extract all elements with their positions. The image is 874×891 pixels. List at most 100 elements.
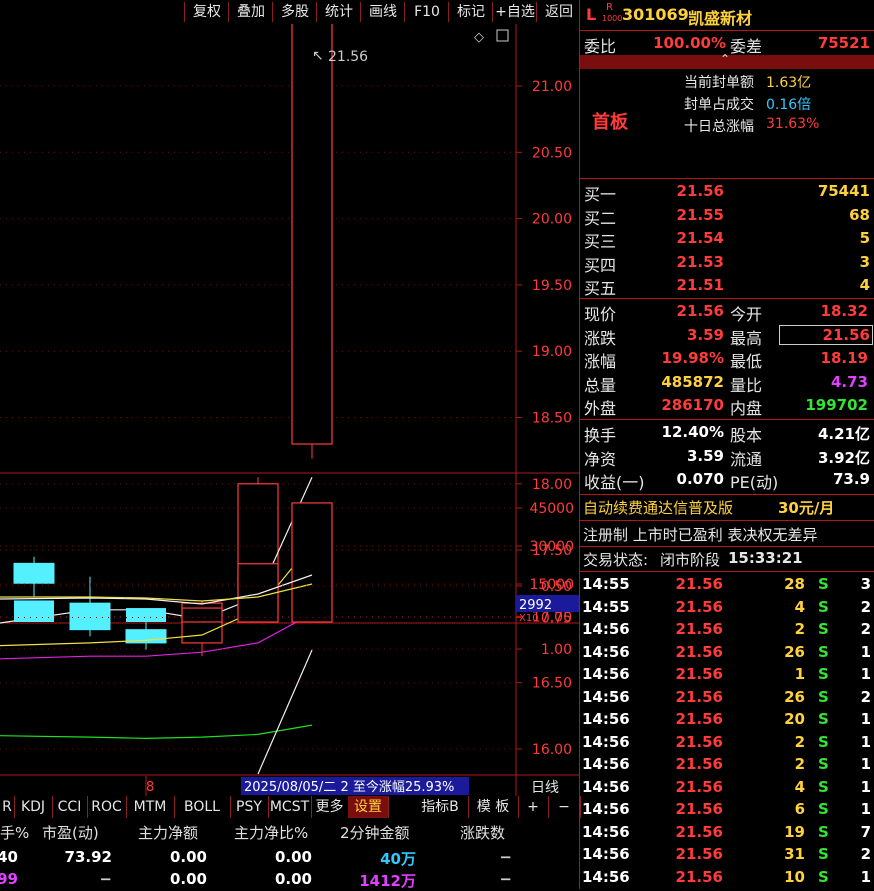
moving-average-line xyxy=(0,724,313,740)
tick-row: 14:56 21.56 6 S 1 xyxy=(582,800,871,818)
tick-row: 14:56 21.56 10 S 1 xyxy=(582,867,871,886)
volume-bar[interactable] xyxy=(70,603,110,622)
toolbar-button-8[interactable]: 返回 xyxy=(536,2,581,22)
seal-info: 当前封单额 1.63亿 封单占成交 0.16倍 十日总涨幅 31.63% xyxy=(580,72,874,136)
badge-top: R xyxy=(606,2,613,13)
stock-header[interactable]: L R 1000 301069 凯盛新材 xyxy=(580,2,874,28)
window-toggle-icon[interactable] xyxy=(496,29,509,42)
toolbar-button-0[interactable]: 复权 xyxy=(184,2,229,22)
chevron-up-icon: ⌃ xyxy=(720,52,731,66)
tick-row: 14:56 21.56 26 S 1 xyxy=(582,642,871,661)
table-cell: 0.00 xyxy=(274,848,312,866)
seal-value: 0.16倍 xyxy=(766,97,812,113)
candle-body[interactable] xyxy=(13,562,55,584)
table-cell: − xyxy=(99,870,112,888)
data-table-body: 40 73.92 0.00 0.00 40万 − 99 − 0.00 0.00 1412万 − xyxy=(0,844,580,890)
indicator-tab-13[interactable]: − xyxy=(548,796,581,818)
indicator-tab-2[interactable]: CCI xyxy=(52,796,88,818)
fundamentals: 换手 12.40% 股本 4.21亿 净资 3.59 流通 3.92亿 收益(一) 0.070 PE… xyxy=(580,421,874,493)
period-button[interactable]: 日线 xyxy=(531,780,559,796)
price-axis-label: 16.00 xyxy=(532,742,572,758)
diamond-icon[interactable]: ◇ xyxy=(474,30,484,45)
indicator-line xyxy=(257,649,313,775)
weibi-value: 100.00% xyxy=(653,34,726,52)
indicator-tab-5[interactable]: BOLL xyxy=(174,796,231,818)
toolbar-button-5[interactable]: F10 xyxy=(404,2,449,22)
indicator-tab-9[interactable]: 设置 xyxy=(348,796,389,818)
table-header-1[interactable]: 市盈(动) xyxy=(42,822,99,843)
indicator-tab-10[interactable]: 指标B xyxy=(412,796,469,818)
date-info: 2025/08/05/二 2 至今涨幅25.93% xyxy=(244,779,454,795)
quote-row: 涨跌 3.59 最高 21.56 xyxy=(584,324,873,348)
tick-row: 14:56 21.56 19 S 7 xyxy=(582,822,871,841)
fund-row: 收益(一) 0.070 PE(动) 73.9 xyxy=(584,470,870,492)
price-axis-label: 19.00 xyxy=(532,344,572,360)
table-cell: 40万 xyxy=(380,850,416,868)
tick-row: 14:56 21.56 2 S 2 xyxy=(582,620,871,638)
top-toolbar: 复权 叠加 多股 统计 画线 F10 标记 +自选 返回 xyxy=(0,0,580,24)
toolbar-button-1[interactable]: 叠加 xyxy=(228,2,273,22)
indicator-tab-1[interactable]: KDJ xyxy=(14,796,53,818)
indicator-tab-6[interactable]: PSY xyxy=(230,796,269,818)
table-header-0[interactable]: 手% xyxy=(0,822,29,843)
volume-bar[interactable] xyxy=(14,600,54,622)
price-axis-label: 20.50 xyxy=(532,145,572,161)
table-header-5[interactable]: 涨跌数 xyxy=(460,822,505,843)
indicator-tabs: R KDJ CCI ROC MTM BOLL PSY MCST 更多 设置 指标B 模 板 + − xyxy=(0,796,581,818)
indicator-axis-label: 0.50 xyxy=(541,579,572,595)
price-axis-label: 19.50 xyxy=(532,278,572,294)
data-table-header: 手% 市盈(动) 主力净额 主力净比% 2分钟金额 涨跌数 xyxy=(0,818,580,844)
table-header-2[interactable]: 主力净额 xyxy=(138,822,198,843)
quote-stats: 现价 21.56 今开 18.32 涨跌 3.59 最高 21.56 涨幅 19.98% 最低 18.… xyxy=(580,300,874,418)
table-cell: 73.92 xyxy=(64,848,112,866)
quote-row: 现价 21.56 今开 18.32 xyxy=(584,302,868,324)
tick-row: 14:56 21.56 26 S 2 xyxy=(582,687,871,706)
indicator-tab-0[interactable]: R xyxy=(0,796,15,818)
seal-label: 十日总涨幅 xyxy=(684,119,754,135)
table-header-3[interactable]: 主力净比% xyxy=(234,822,308,843)
chart-area[interactable]: ◇21.0020.5020.0019.5019.0018.5018.0017.5… xyxy=(0,24,580,796)
last-price-label: 21.56 xyxy=(328,49,368,65)
table-cell: 99 xyxy=(0,870,18,888)
volume-bar[interactable] xyxy=(126,608,166,622)
bid-row[interactable]: 买一 21.56 75441 xyxy=(580,180,874,204)
price-axis-label: 16.50 xyxy=(532,676,572,692)
bid-row[interactable]: 买五 21.51 4 xyxy=(580,274,874,298)
toolbar-button-6[interactable]: 标记 xyxy=(448,2,493,22)
toolbar-button-2[interactable]: 多股 xyxy=(272,2,317,22)
tick-row: 14:56 21.56 1 S 1 xyxy=(582,665,871,683)
last-price-arrow: ↖ xyxy=(312,48,324,64)
table-header-4[interactable]: 2分钟金额 xyxy=(340,822,410,843)
bid-book: 买一 21.56 75441 买二 21.55 68 买三 21.54 5 买四 21.53 3 买五 2… xyxy=(580,180,874,298)
toolbar-button-3[interactable]: 统计 xyxy=(316,2,361,22)
bid-row[interactable]: 买二 21.55 68 xyxy=(580,204,874,228)
indicator-tab-3[interactable]: ROC xyxy=(87,796,127,818)
table-cell: − xyxy=(499,848,512,866)
quote-panel: L R 1000 301069 凯盛新材 委比 100.00% 委差 75521… xyxy=(579,0,874,889)
toolbar-button-4[interactable]: 画线 xyxy=(360,2,405,22)
indicator-axis-label: 0.75 xyxy=(541,611,572,627)
promo-banner[interactable]: 自动续费通达信普及版 30元/月 xyxy=(580,496,874,519)
candle-body[interactable] xyxy=(291,24,333,445)
price-axis-label: 18.00 xyxy=(532,477,572,493)
indicator-tab-12[interactable]: + xyxy=(518,796,549,818)
indicator-tab-7[interactable]: MCST xyxy=(268,796,312,818)
date-marker: 8 xyxy=(146,780,154,795)
table-cell: 0.00 xyxy=(169,870,207,888)
bid-row[interactable]: 买四 21.53 3 xyxy=(580,251,874,275)
fund-row: 净资 3.59 流通 3.92亿 xyxy=(584,446,870,469)
indicator-tab-11[interactable]: 模 板 xyxy=(468,796,519,818)
bid-row[interactable]: 买三 21.54 5 xyxy=(580,227,874,251)
indicator-tab-4[interactable]: MTM xyxy=(126,796,175,818)
volume-axis-label: 45000 xyxy=(529,501,574,517)
volume-bar[interactable] xyxy=(237,563,279,623)
volume-bar[interactable] xyxy=(181,607,223,623)
toolbar-button-7[interactable]: +自选 xyxy=(492,2,537,22)
seal-label: 当前封单额 xyxy=(684,75,754,91)
tick-list: 14:55 21.56 28 S 3 14:55 21.56 4 S 2 14:56 21.56 2 S 2… xyxy=(580,573,874,889)
volume-bar[interactable] xyxy=(291,502,333,623)
indicator-tab-8[interactable]: 更多 xyxy=(311,796,349,818)
collapse-bar[interactable]: ⌃ xyxy=(580,52,874,69)
stock-name: 凯盛新材 xyxy=(688,9,753,28)
seal-value: 31.63% xyxy=(766,116,820,132)
